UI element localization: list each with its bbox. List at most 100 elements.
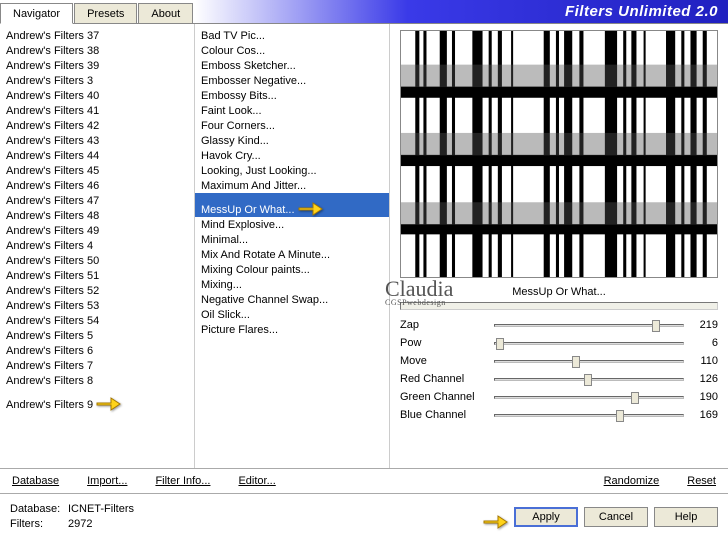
slider-label: Zap	[400, 319, 488, 331]
cancel-button[interactable]: Cancel	[584, 507, 648, 527]
filter-item[interactable]: Maximum And Jitter...	[195, 178, 389, 193]
slider-track[interactable]	[494, 360, 684, 363]
filters-value: 2972	[68, 518, 92, 530]
slider-track[interactable]	[494, 342, 684, 345]
slider-row: Pow 6	[400, 334, 718, 352]
category-item[interactable]: Andrew's Filters 48	[0, 208, 194, 223]
filter-item[interactable]: Bad TV Pic...	[195, 28, 389, 43]
import-link[interactable]: Import...	[83, 475, 131, 487]
preview-image	[401, 31, 717, 278]
category-item[interactable]: Andrew's Filters 53	[0, 298, 194, 313]
slider-label: Move	[400, 355, 488, 367]
category-item[interactable]: Andrew's Filters 54	[0, 313, 194, 328]
randomize-link[interactable]: Randomize	[600, 475, 664, 487]
category-item[interactable]: Andrew's Filters 5	[0, 328, 194, 343]
filter-item[interactable]: Faint Look...	[195, 103, 389, 118]
slider-value: 169	[690, 409, 718, 421]
filter-item[interactable]: Oil Slick...	[195, 307, 389, 322]
tab-presets[interactable]: Presets	[74, 3, 137, 23]
filter-item[interactable]: Emboss Sketcher...	[195, 58, 389, 73]
slider-track[interactable]	[494, 414, 684, 417]
preview-title: MessUp Or What...	[400, 284, 718, 302]
tab-about[interactable]: About	[138, 3, 193, 23]
filter-item[interactable]: Mind Explosive...	[195, 217, 389, 232]
category-item[interactable]: Andrew's Filters 4	[0, 238, 194, 253]
filter-item[interactable]: Mixing Colour paints...	[195, 262, 389, 277]
slider-value: 110	[690, 355, 718, 367]
filter-item[interactable]: Embosser Negative...	[195, 73, 389, 88]
filter-item[interactable]: Havok Cry...	[195, 148, 389, 163]
category-item[interactable]: Andrew's Filters 46	[0, 178, 194, 193]
filter-info-link[interactable]: Filter Info...	[151, 475, 214, 487]
slider-value: 190	[690, 391, 718, 403]
db-value: ICNET-Filters	[68, 503, 134, 515]
slider-label: Green Channel	[400, 391, 488, 403]
preview-box	[400, 30, 718, 278]
right-panel: MessUp Or What... Zap 219 Pow 6 Move 110 Red C…	[390, 24, 728, 468]
slider-label: Blue Channel	[400, 409, 488, 421]
slider-thumb[interactable]	[584, 374, 592, 386]
app-title: Filters Unlimited 2.0	[565, 3, 718, 20]
database-link[interactable]: Database	[8, 475, 63, 487]
category-item[interactable]: Andrew's Filters 38	[0, 43, 194, 58]
reset-link[interactable]: Reset	[683, 475, 720, 487]
filter-item[interactable]: Picture Flares...	[195, 322, 389, 337]
main-content: Andrew's Filters 37Andrew's Filters 38An…	[0, 24, 728, 469]
tab-navigator[interactable]: Navigator	[0, 3, 73, 24]
filter-item[interactable]: Minimal...	[195, 232, 389, 247]
slider-label: Pow	[400, 337, 488, 349]
footer-info: Database:ICNET-Filters Filters:2972	[10, 502, 134, 533]
category-item[interactable]: Andrew's Filters 45	[0, 163, 194, 178]
filter-list[interactable]: Bad TV Pic...Colour Cos...Emboss Sketche…	[195, 24, 390, 468]
filter-item[interactable]: Glassy Kind...	[195, 133, 389, 148]
hand-pointer-icon	[482, 512, 508, 530]
category-item[interactable]: Andrew's Filters 6	[0, 343, 194, 358]
category-item[interactable]: Andrew's Filters 41	[0, 103, 194, 118]
progress-bar	[400, 302, 718, 310]
apply-button[interactable]: Apply	[514, 507, 578, 527]
slider-thumb[interactable]	[616, 410, 624, 422]
slider-label: Red Channel	[400, 373, 488, 385]
slider-value: 6	[690, 337, 718, 349]
filter-item[interactable]: Colour Cos...	[195, 43, 389, 58]
category-item[interactable]: Andrew's Filters 3	[0, 73, 194, 88]
slider-row: Green Channel 190	[400, 388, 718, 406]
filter-item[interactable]: Mixing...	[195, 277, 389, 292]
filter-item[interactable]: Embossy Bits...	[195, 88, 389, 103]
slider-thumb[interactable]	[652, 320, 660, 332]
slider-value: 219	[690, 319, 718, 331]
slider-track[interactable]	[494, 324, 684, 327]
category-item[interactable]: Andrew's Filters 42	[0, 118, 194, 133]
category-item[interactable]: Andrew's Filters 50	[0, 253, 194, 268]
slider-value: 126	[690, 373, 718, 385]
footer: Database:ICNET-Filters Filters:2972 Appl…	[0, 494, 728, 541]
slider-thumb[interactable]	[631, 392, 639, 404]
filter-item[interactable]: Four Corners...	[195, 118, 389, 133]
hand-pointer-icon	[95, 394, 121, 412]
category-item[interactable]: Andrew's Filters 40	[0, 88, 194, 103]
category-item[interactable]: Andrew's Filters 7	[0, 358, 194, 373]
category-list[interactable]: Andrew's Filters 37Andrew's Filters 38An…	[0, 24, 195, 468]
category-item[interactable]: Andrew's Filters 39	[0, 58, 194, 73]
category-item[interactable]: Andrew's Filters 47	[0, 193, 194, 208]
category-item[interactable]: Andrew's Filters 8	[0, 373, 194, 388]
filter-item[interactable]: Negative Channel Swap...	[195, 292, 389, 307]
category-item[interactable]: Andrew's Filters 43	[0, 133, 194, 148]
slider-thumb[interactable]	[572, 356, 580, 368]
editor-link[interactable]: Editor...	[234, 475, 279, 487]
slider-row: Zap 219	[400, 316, 718, 334]
category-item[interactable]: Andrew's Filters 52	[0, 283, 194, 298]
filter-item[interactable]: MessUp Or What...	[195, 193, 389, 217]
slider-track[interactable]	[494, 378, 684, 381]
slider-row: Red Channel 126	[400, 370, 718, 388]
category-item[interactable]: Andrew's Filters 49	[0, 223, 194, 238]
category-item[interactable]: Andrew's Filters 37	[0, 28, 194, 43]
help-button[interactable]: Help	[654, 507, 718, 527]
category-item[interactable]: Andrew's Filters 51	[0, 268, 194, 283]
category-item[interactable]: Andrew's Filters 9	[0, 388, 194, 412]
slider-thumb[interactable]	[496, 338, 504, 350]
filter-item[interactable]: Looking, Just Looking...	[195, 163, 389, 178]
filter-item[interactable]: Mix And Rotate A Minute...	[195, 247, 389, 262]
category-item[interactable]: Andrew's Filters 44	[0, 148, 194, 163]
slider-track[interactable]	[494, 396, 684, 399]
